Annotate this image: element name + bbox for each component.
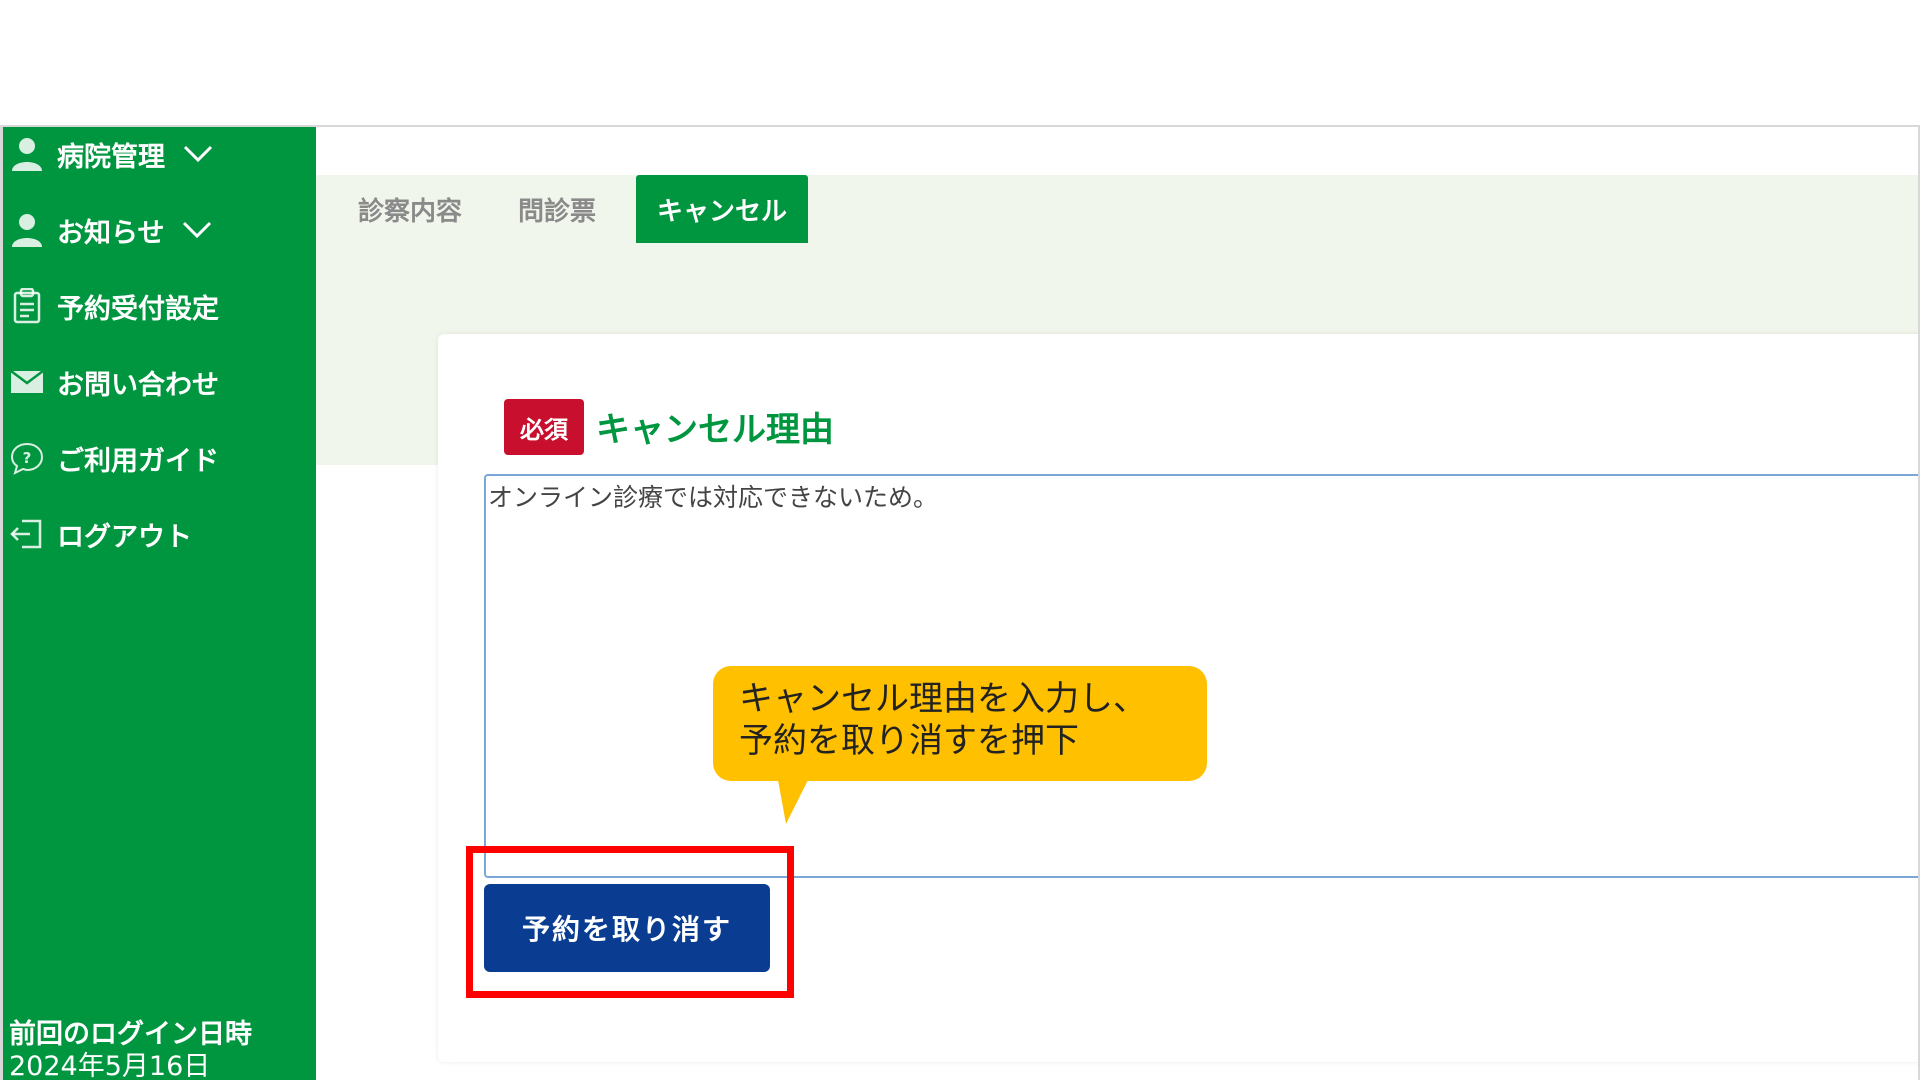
highlight-frame xyxy=(466,846,794,998)
callout-line: 予約を取り消すを押下 xyxy=(739,721,1079,761)
sidebar-item-label: ご利用ガイド xyxy=(57,445,219,477)
user-icon xyxy=(7,134,47,174)
help-bubble-icon: ? xyxy=(7,438,47,478)
required-badge: 必須 xyxy=(504,399,584,455)
tab-cancel[interactable]: キャンセル xyxy=(636,175,808,243)
sidebar-item-guide[interactable]: ? ご利用ガイド xyxy=(7,431,307,485)
chevron-down-icon[interactable] xyxy=(180,213,214,247)
callout-line: キャンセル理由を入力し、 xyxy=(739,679,1147,719)
chevron-down-icon[interactable] xyxy=(181,137,215,171)
sidebar-item-label: 病院管理 xyxy=(57,141,165,173)
section-title: キャンセル理由 xyxy=(596,410,834,450)
sidebar-item-label: お知らせ xyxy=(57,217,165,249)
sidebar-item-label: お問い合わせ xyxy=(57,369,219,401)
logout-icon xyxy=(7,514,47,554)
sidebar-item-hospital-management[interactable]: 病院管理 xyxy=(7,127,307,181)
mail-icon xyxy=(7,362,47,402)
user-icon xyxy=(7,210,47,250)
tab-questionnaire[interactable]: 問診票 xyxy=(512,175,602,243)
app-window: 病院管理 お知らせ 予約受付設定 お問い合わせ ? ご利用ガイド ログアウト 前… xyxy=(0,125,1920,1080)
clipboard-icon xyxy=(7,286,47,326)
callout-pointer xyxy=(778,780,808,824)
sidebar-item-notices[interactable]: お知らせ xyxy=(7,203,307,257)
sidebar-item-label: 予約受付設定 xyxy=(57,293,219,325)
svg-text:?: ? xyxy=(23,449,32,467)
sidebar-item-contact[interactable]: お問い合わせ xyxy=(7,355,307,409)
last-login-info: 前回のログイン日時 2024年5月16日 xyxy=(9,1019,252,1080)
sidebar-item-label: ログアウト xyxy=(57,521,192,553)
last-login-label: 前回のログイン日時 xyxy=(9,1019,252,1050)
instruction-callout: キャンセル理由を入力し、 予約を取り消すを押下 xyxy=(713,666,1207,781)
sidebar-item-reservation-settings[interactable]: 予約受付設定 xyxy=(7,279,307,333)
last-login-date: 2024年5月16日 xyxy=(9,1051,211,1080)
sidebar: 病院管理 お知らせ 予約受付設定 お問い合わせ ? ご利用ガイド ログアウト 前… xyxy=(0,127,316,1080)
sidebar-item-logout[interactable]: ログアウト xyxy=(7,507,307,561)
tab-consultation[interactable]: 診察内容 xyxy=(352,175,468,243)
